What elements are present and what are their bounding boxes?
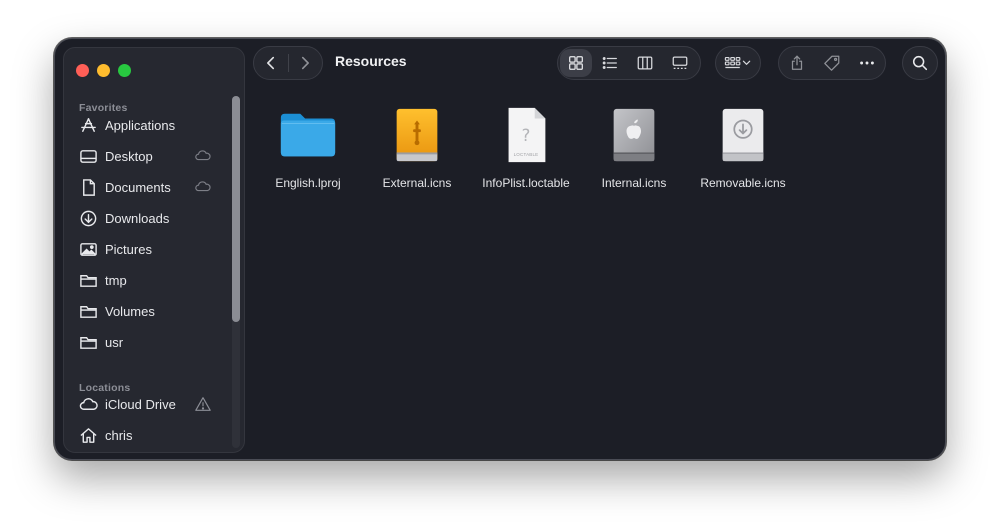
sidebar-item-label: Desktop xyxy=(105,148,153,164)
loctable-icon-caption: LOCTABLE xyxy=(513,152,539,157)
file-name: External.icns xyxy=(382,176,452,190)
loctable-file-icon: ? xyxy=(494,103,558,167)
cloud-icon xyxy=(78,394,98,414)
search-button[interactable] xyxy=(902,46,938,80)
sidebar-item-label: Documents xyxy=(105,179,171,195)
internal-drive-icon xyxy=(602,103,666,167)
group-icon xyxy=(724,57,751,69)
action-group xyxy=(778,46,886,80)
minimize-window-button[interactable] xyxy=(97,64,110,77)
file-name: Internal.icns xyxy=(601,176,667,190)
tag-icon xyxy=(824,55,840,71)
file-name: Removable.icns xyxy=(700,176,786,190)
sidebar-item-label: iCloud Drive xyxy=(105,396,176,412)
sidebar-item-pictures[interactable]: Pictures xyxy=(78,236,218,262)
home-icon xyxy=(78,425,98,445)
column-view-button[interactable] xyxy=(628,49,662,77)
more-actions-button[interactable] xyxy=(851,49,883,77)
sidebar-item-chris[interactable]: chris xyxy=(78,422,218,448)
sidebar: Favorites Applications Desktop Documents xyxy=(63,47,245,453)
sidebar-item-downloads[interactable]: Downloads xyxy=(78,205,218,231)
navigation-group xyxy=(253,46,323,80)
share-icon xyxy=(791,55,802,70)
sidebar-item-label: tmp xyxy=(105,272,127,288)
sidebar-item-documents[interactable]: Documents xyxy=(78,174,218,200)
gallery-icon xyxy=(672,56,688,70)
forward-button[interactable] xyxy=(288,49,322,77)
folder-icon xyxy=(78,332,98,352)
view-mode-group xyxy=(557,46,701,80)
folder-icon xyxy=(78,270,98,290)
file-item-english-lproj[interactable]: English.lproj xyxy=(254,103,362,190)
folder-icon xyxy=(276,103,340,167)
chevron-left-icon xyxy=(266,56,274,70)
sidebar-scrollbar[interactable] xyxy=(232,96,240,448)
icloud-status-icon xyxy=(194,147,212,165)
icon-view-button[interactable] xyxy=(560,49,592,77)
folder-icon xyxy=(78,301,98,321)
file-item-infoplist-loctable[interactable]: ? InfoPlist.loctable xyxy=(472,103,580,190)
sidebar-item-icloud-drive[interactable]: iCloud Drive xyxy=(78,391,218,417)
sidebar-item-tmp[interactable]: tmp xyxy=(78,267,218,293)
sidebar-item-desktop[interactable]: Desktop xyxy=(78,143,218,169)
desktop-icon xyxy=(78,146,98,166)
file-item-removable-icns[interactable]: Removable.icns xyxy=(689,103,797,190)
share-button[interactable] xyxy=(781,49,813,77)
ellipsis-icon xyxy=(860,61,875,65)
sidebar-item-label: chris xyxy=(105,427,133,443)
chevron-right-icon xyxy=(302,56,310,70)
sidebar-scroll-thumb[interactable] xyxy=(232,96,240,322)
file-name: English.lproj xyxy=(275,176,341,190)
tag-button[interactable] xyxy=(816,49,848,77)
grid-icon xyxy=(569,56,583,70)
group-by-button[interactable] xyxy=(718,49,758,77)
sidebar-item-label: Downloads xyxy=(105,210,170,226)
sidebar-item-label: Applications xyxy=(105,117,176,133)
external-drive-icon xyxy=(385,103,449,167)
list-view-button[interactable] xyxy=(592,49,628,77)
back-button[interactable] xyxy=(254,49,288,77)
downloads-icon xyxy=(78,208,98,228)
sidebar-item-label: usr xyxy=(105,334,124,350)
sidebar-item-volumes[interactable]: Volumes xyxy=(78,298,218,324)
window-title: Resources xyxy=(335,53,407,69)
sidebar-item-label: Pictures xyxy=(105,241,152,257)
columns-icon xyxy=(637,56,653,70)
removable-drive-icon xyxy=(711,103,775,167)
list-icon xyxy=(602,57,617,69)
search-icon xyxy=(912,55,928,71)
close-window-button[interactable] xyxy=(76,64,89,77)
icloud-status-icon xyxy=(194,178,212,196)
sidebar-item-usr[interactable]: usr xyxy=(78,329,218,355)
sidebar-item-applications[interactable]: Applications xyxy=(78,112,218,138)
zoom-window-button[interactable] xyxy=(118,64,131,77)
svg-text:?: ? xyxy=(522,126,531,145)
file-name: InfoPlist.loctable xyxy=(482,176,570,190)
gallery-view-button[interactable] xyxy=(662,49,698,77)
group-by-dropdown[interactable] xyxy=(715,46,761,80)
pictures-icon xyxy=(78,239,98,259)
document-icon xyxy=(78,177,98,197)
finder-window: Favorites Applications Desktop Documents xyxy=(54,38,946,460)
sidebar-item-label: Volumes xyxy=(105,303,155,319)
applications-icon xyxy=(78,115,98,135)
file-item-external-icns[interactable]: External.icns xyxy=(363,103,471,190)
file-item-internal-icns[interactable]: Internal.icns xyxy=(580,103,688,190)
warning-icon[interactable] xyxy=(194,395,212,413)
